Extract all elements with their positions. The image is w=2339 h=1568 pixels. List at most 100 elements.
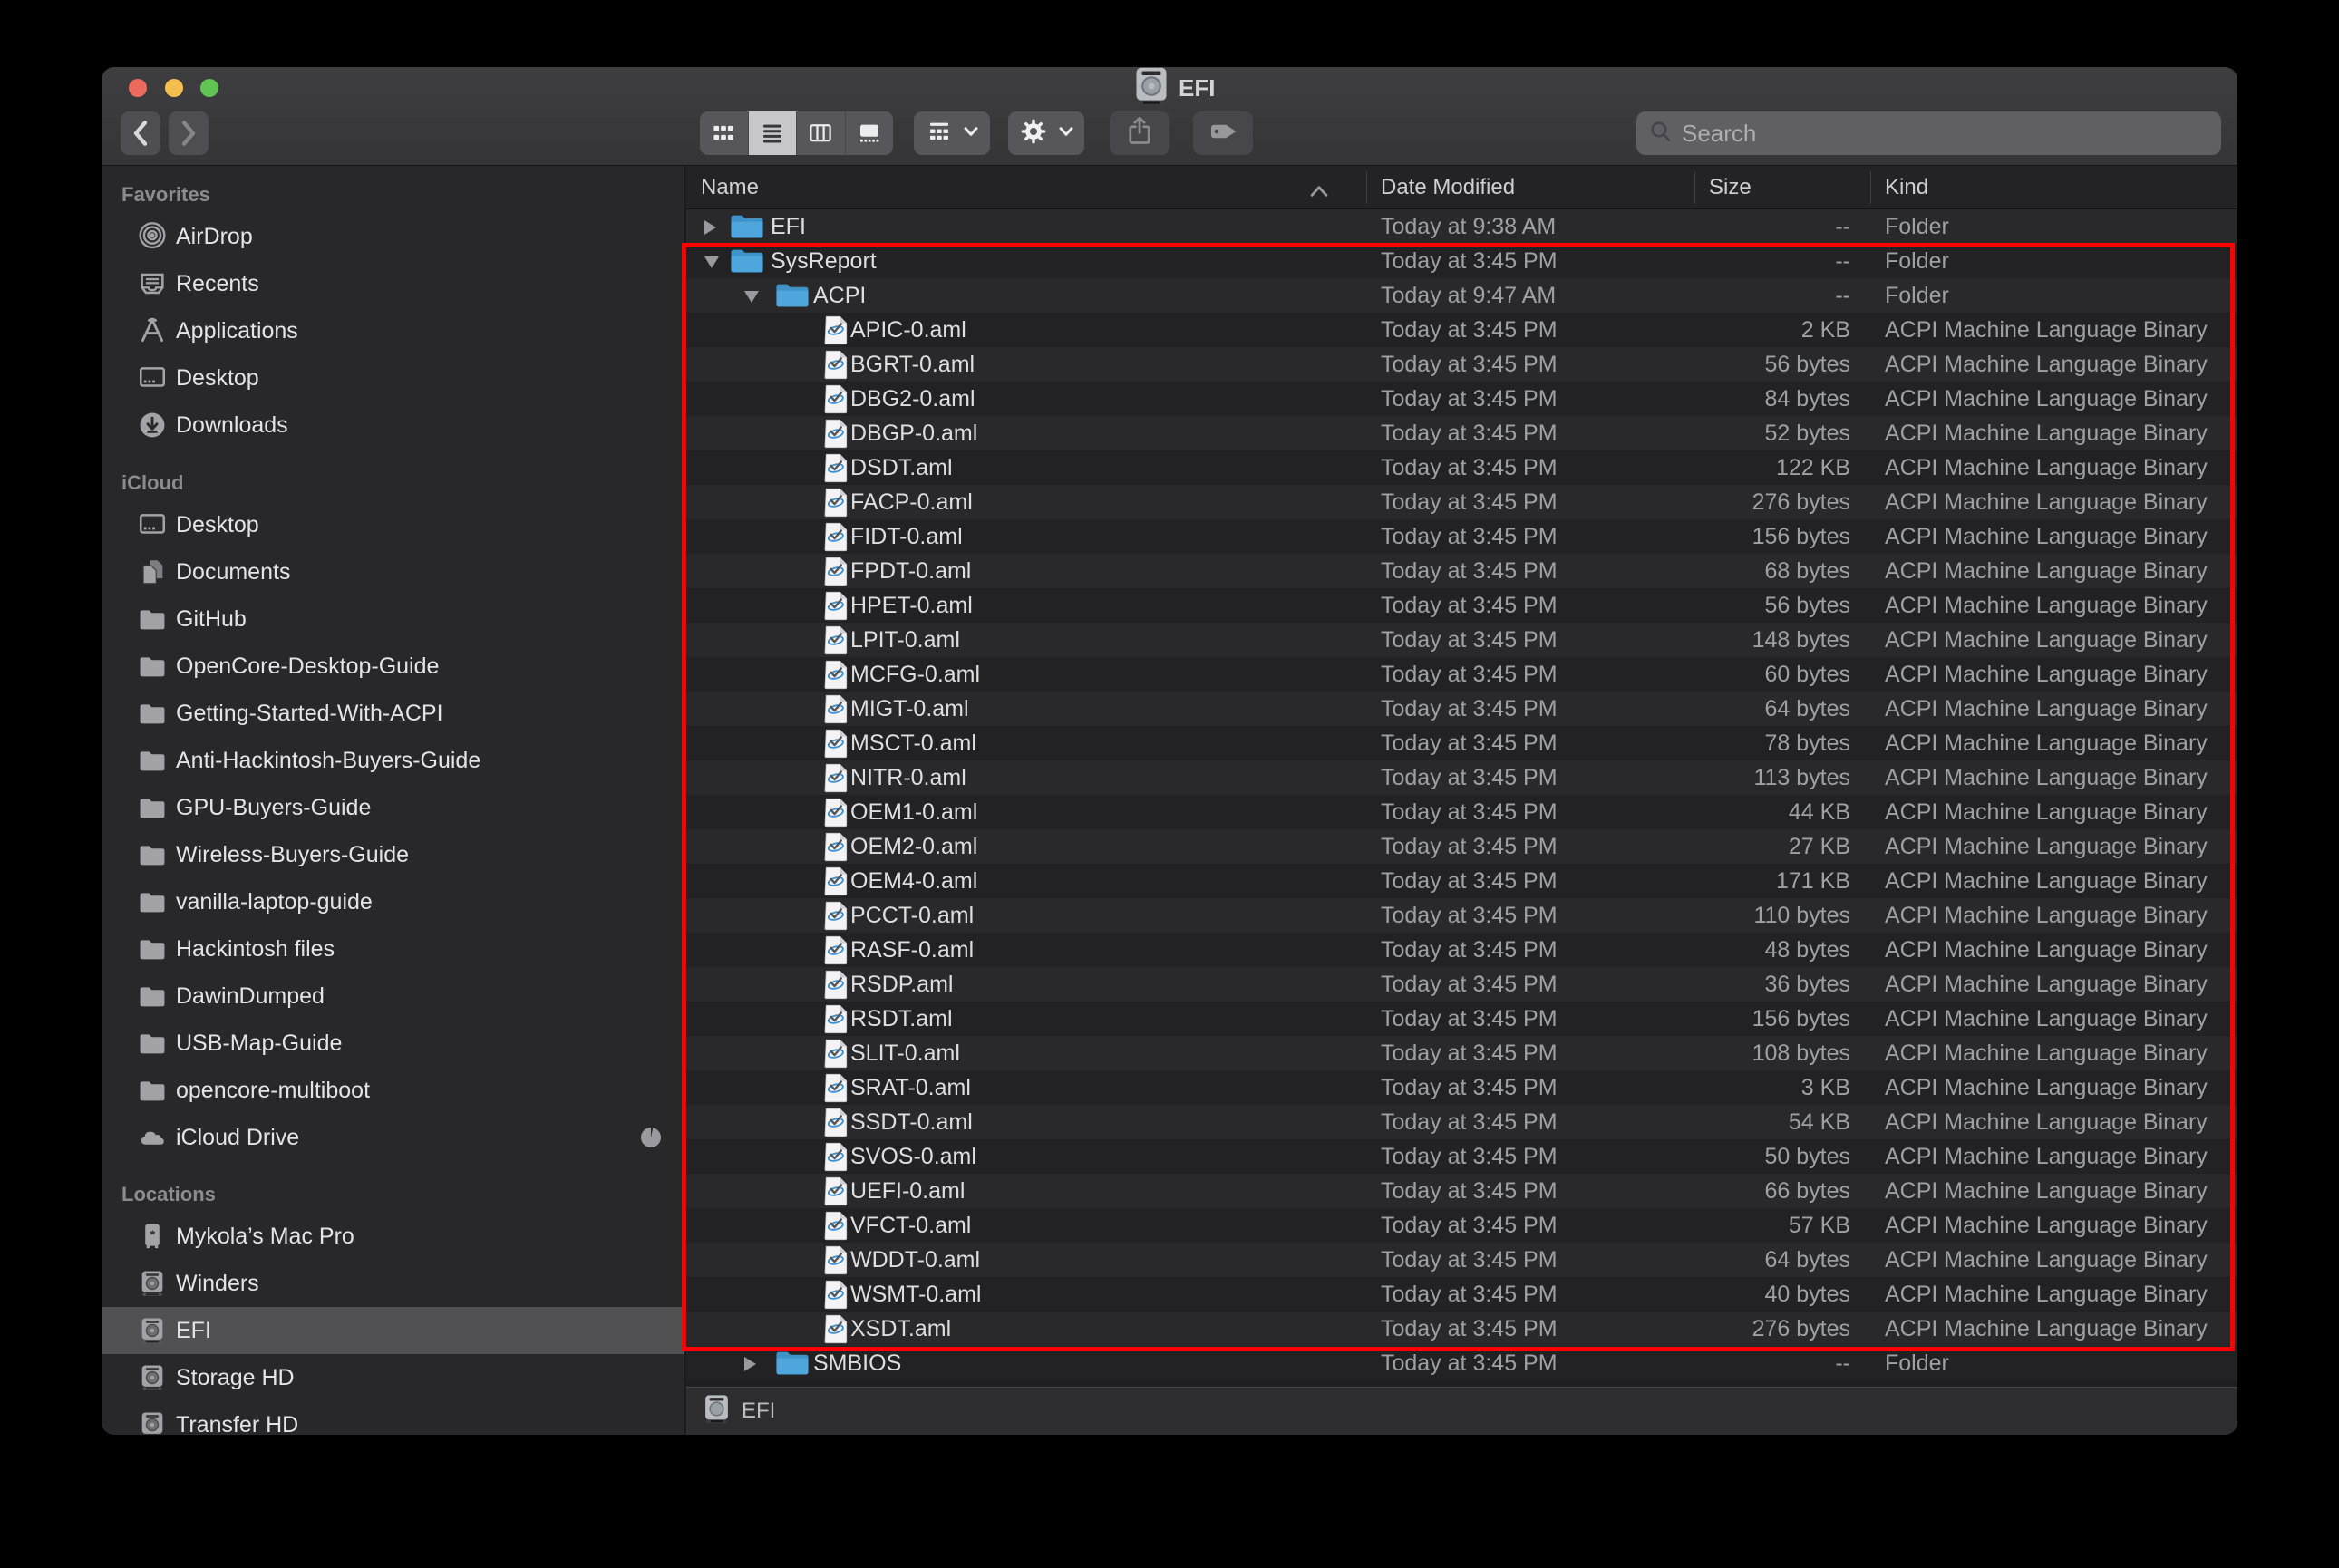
kind-cell: Folder (1885, 283, 1949, 308)
zoom-button[interactable] (200, 79, 218, 97)
table-row[interactable]: SysReport Today at 3:45 PM -- Folder (686, 244, 2237, 278)
table-row[interactable]: OEM1-0.aml Today at 3:45 PM 44 KB ACPI Mach… (686, 795, 2237, 829)
sidebar-item-storage-hd[interactable]: Storage HD (102, 1354, 684, 1401)
sidebar-item-opencore-multiboot[interactable]: opencore-multiboot (102, 1067, 684, 1114)
sidebar-item-dawindumped[interactable]: DawinDumped (102, 973, 684, 1020)
table-row[interactable]: SLIT-0.aml Today at 3:45 PM 108 bytes ACPI … (686, 1036, 2237, 1070)
sidebar-item-usb-map-guide[interactable]: USB-Map-Guide (102, 1020, 684, 1067)
back-button[interactable] (121, 111, 160, 155)
group-button[interactable] (914, 111, 990, 155)
name-cell: MCFG-0.aml (686, 657, 1366, 692)
sidebar-item-mykola-s-mac-pro[interactable]: Mykola’s Mac Pro (102, 1213, 684, 1260)
table-row[interactable]: LPIT-0.aml Today at 3:45 PM 148 bytes ACPI … (686, 623, 2237, 657)
table-row[interactable]: XSDT.aml Today at 3:45 PM 276 bytes ACPI Ma… (686, 1312, 2237, 1346)
sidebar-item-applications[interactable]: Applications (102, 307, 684, 354)
date-modified-cell: Today at 3:45 PM (1381, 696, 1558, 721)
table-row[interactable]: SSDT-0.aml Today at 3:45 PM 54 KB ACPI Mach… (686, 1105, 2237, 1139)
table-row[interactable]: MSCT-0.aml Today at 3:45 PM 78 bytes ACPI M… (686, 726, 2237, 760)
table-row[interactable]: FPDT-0.aml Today at 3:45 PM 68 bytes ACPI M… (686, 554, 2237, 588)
table-row[interactable]: WSMT-0.aml Today at 3:45 PM 40 bytes ACPI M… (686, 1277, 2237, 1312)
table-row[interactable]: OEM4-0.aml Today at 3:45 PM 171 KB ACPI Mac… (686, 864, 2237, 898)
action-menu-button[interactable] (1008, 111, 1084, 155)
sidebar-item-transfer-hd[interactable]: Transfer HD (102, 1401, 684, 1435)
table-row[interactable]: EFI Today at 9:38 AM -- Folder (686, 209, 2237, 244)
table-row[interactable]: SRAT-0.aml Today at 3:45 PM 3 KB ACPI Machi… (686, 1070, 2237, 1105)
drive-icon (136, 1361, 169, 1394)
sidebar-item-efi[interactable]: EFI (102, 1307, 684, 1354)
sidebar-item-winders[interactable]: Winders (102, 1260, 684, 1307)
tag-button[interactable] (1193, 111, 1253, 155)
table-row[interactable]: MIGT-0.aml Today at 3:45 PM 64 bytes ACPI M… (686, 692, 2237, 726)
close-button[interactable] (129, 79, 147, 97)
table-row[interactable]: NITR-0.aml Today at 3:45 PM 113 bytes ACPI … (686, 760, 2237, 795)
sidebar-item-gpu-buyers-guide[interactable]: GPU-Buyers-Guide (102, 784, 684, 831)
date-modified-cell: Today at 3:45 PM (1381, 765, 1558, 790)
name-cell: VFCT-0.aml (686, 1208, 1366, 1243)
table-row[interactable]: WDDT-0.aml Today at 3:45 PM 64 bytes ACPI M… (686, 1243, 2237, 1277)
table-row[interactable]: RSDT.aml Today at 3:45 PM 156 bytes ACPI Ma… (686, 1002, 2237, 1036)
sidebar-item-github[interactable]: GitHub (102, 595, 684, 643)
column-header-kind[interactable]: Kind (1870, 166, 2237, 209)
icon-view-button[interactable] (700, 111, 749, 155)
table-row[interactable]: VFCT-0.aml Today at 3:45 PM 57 KB ACPI Mach… (686, 1208, 2237, 1243)
table-row[interactable]: RASF-0.aml Today at 3:45 PM 48 bytes ACPI M… (686, 933, 2237, 967)
disclosure-right-icon[interactable] (744, 1357, 756, 1371)
kind-cell: ACPI Machine Language Binary (1885, 1178, 2208, 1204)
table-row[interactable]: FACP-0.aml Today at 3:45 PM 276 bytes ACPI … (686, 485, 2237, 519)
date-modified-cell: Today at 9:47 AM (1381, 283, 1557, 308)
file-name: MIGT-0.aml (850, 696, 969, 721)
name-cell: MSCT-0.aml (686, 726, 1366, 760)
gallery-view-button[interactable] (846, 111, 894, 155)
share-button[interactable] (1110, 111, 1170, 155)
list-view-button[interactable] (748, 111, 797, 155)
sidebar-item-desktop[interactable]: Desktop (102, 501, 684, 548)
disclosure-right-icon[interactable] (704, 220, 716, 235)
forward-button[interactable] (169, 111, 209, 155)
search-field[interactable]: Search (1636, 111, 2221, 155)
table-row[interactable]: APIC-0.aml Today at 3:45 PM 2 KB ACPI Machi… (686, 313, 2237, 347)
table-row[interactable]: MCFG-0.aml Today at 3:45 PM 60 bytes ACPI M… (686, 657, 2237, 692)
table-row[interactable]: OEM2-0.aml Today at 3:45 PM 27 KB ACPI Mach… (686, 829, 2237, 864)
sidebar-item-downloads[interactable]: Downloads (102, 402, 684, 449)
sidebar-item-desktop[interactable]: Desktop (102, 354, 684, 402)
table-row[interactable]: PCCT-0.aml Today at 3:45 PM 110 bytes ACPI … (686, 898, 2237, 933)
sidebar-item-opencore-desktop-guide[interactable]: OpenCore-Desktop-Guide (102, 643, 684, 690)
file-name: SLIT-0.aml (850, 1040, 960, 1066)
sidebar-item-icloud-drive[interactable]: iCloud Drive (102, 1114, 684, 1161)
table-row[interactable]: DBG2-0.aml Today at 3:45 PM 84 bytes ACPI M… (686, 382, 2237, 416)
column-view-button[interactable] (797, 111, 846, 155)
column-header-name[interactable]: Name (686, 166, 1366, 209)
desktop-icon (136, 508, 169, 541)
sidebar-item-documents[interactable]: Documents (102, 548, 684, 595)
sidebar-item-label: Wireless-Buyers-Guide (176, 841, 410, 867)
sidebar-item-anti-hackintosh-buyers-guide[interactable]: Anti-Hackintosh-Buyers-Guide (102, 737, 684, 784)
column-header-size[interactable]: Size (1694, 166, 1870, 209)
column-header-date[interactable]: Date Modified (1366, 166, 1694, 209)
name-cell: PCCT-0.aml (686, 898, 1366, 933)
name-cell: MIGT-0.aml (686, 692, 1366, 726)
table-row[interactable]: SMBIOS Today at 3:45 PM -- Folder (686, 1346, 2237, 1380)
table-row[interactable]: HPET-0.aml Today at 3:45 PM 56 bytes ACPI M… (686, 588, 2237, 623)
disclosure-down-icon[interactable] (744, 291, 759, 303)
table-row[interactable]: DSDT.aml Today at 3:45 PM 122 KB ACPI Machi… (686, 450, 2237, 485)
recents-icon (136, 267, 169, 300)
group-icon (926, 118, 953, 150)
kind-cell: ACPI Machine Language Binary (1885, 386, 2208, 411)
table-row[interactable]: BGRT-0.aml Today at 3:45 PM 56 bytes ACPI M… (686, 347, 2237, 382)
table-row[interactable]: DBGP-0.aml Today at 3:45 PM 52 bytes ACPI M… (686, 416, 2237, 450)
table-row[interactable]: SVOS-0.aml Today at 3:45 PM 50 bytes ACPI M… (686, 1139, 2237, 1174)
table-row[interactable]: ACPI Today at 9:47 AM -- Folder (686, 278, 2237, 313)
path-item[interactable]: EFI (742, 1399, 775, 1424)
table-row[interactable]: RSDP.aml Today at 3:45 PM 36 bytes ACPI Mac… (686, 967, 2237, 1002)
sidebar-item-recents[interactable]: Recents (102, 260, 684, 307)
sidebar-item-hackintosh-files[interactable]: Hackintosh files (102, 925, 684, 973)
minimize-button[interactable] (165, 79, 183, 97)
table-row[interactable]: FIDT-0.aml Today at 3:45 PM 156 bytes ACPI … (686, 519, 2237, 554)
sidebar-item-vanilla-laptop-guide[interactable]: vanilla-laptop-guide (102, 878, 684, 925)
size-cell: 36 bytes (1764, 972, 1850, 997)
disclosure-down-icon[interactable] (704, 256, 719, 268)
table-row[interactable]: UEFI-0.aml Today at 3:45 PM 66 bytes ACPI M… (686, 1174, 2237, 1208)
sidebar-item-airdrop[interactable]: AirDrop (102, 213, 684, 260)
sidebar-item-wireless-buyers-guide[interactable]: Wireless-Buyers-Guide (102, 831, 684, 878)
sidebar-item-getting-started-with-acpi[interactable]: Getting-Started-With-ACPI (102, 690, 684, 737)
